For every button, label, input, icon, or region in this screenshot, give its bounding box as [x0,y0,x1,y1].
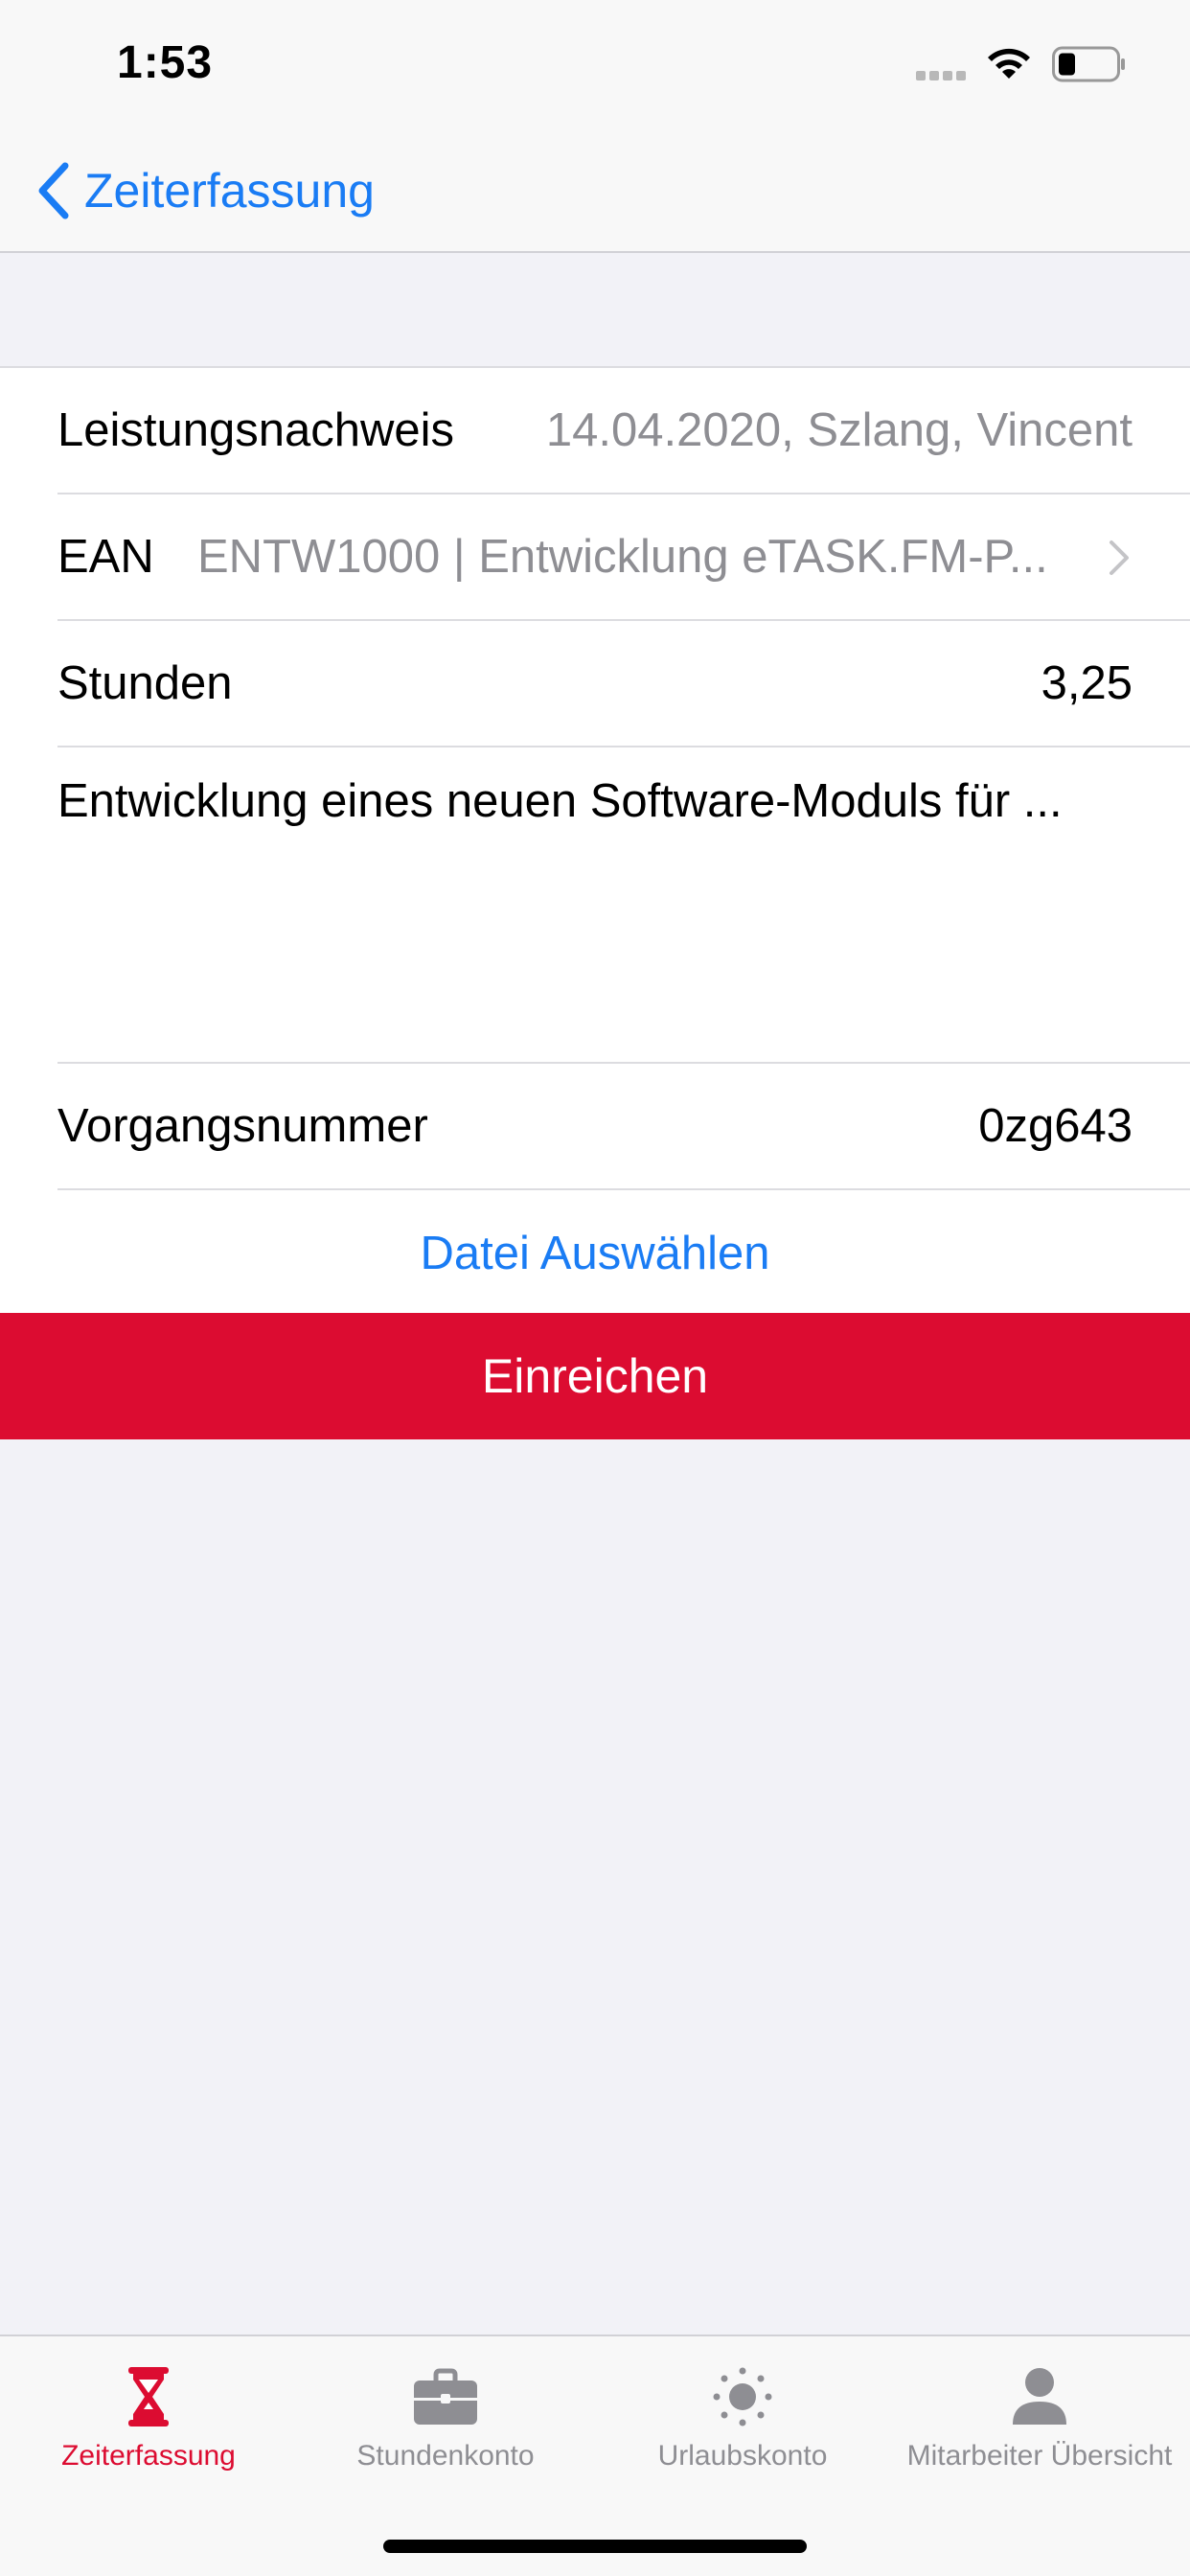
description-text: Entwicklung eines neuen Software-Moduls … [57,775,1063,827]
hourglass-icon [128,2367,169,2426]
file-row: Datei Auswählen [0,1190,1190,1317]
stunden-label: Stunden [57,657,233,709]
vorgangsnummer-input[interactable]: 0zg643 [978,1064,1133,1188]
ean-row[interactable]: EAN ENTW1000 | Entwicklung eTASK.FM-P... [57,494,1190,621]
sun-icon [713,2367,772,2426]
select-file-button[interactable]: Datei Auswählen [420,1227,769,1280]
tab-zeiterfassung[interactable]: Zeiterfassung [0,2336,297,2490]
home-indicator [383,2540,807,2553]
chevron-left-icon [38,162,69,219]
signal-icon [916,71,970,80]
stunden-input[interactable]: 3,25 [1041,621,1133,746]
stunden-row[interactable]: Stunden 3,25 [57,621,1190,748]
battery-icon [1052,46,1125,82]
tab-label: Mitarbeiter Übersicht [906,2440,1173,2472]
tab-stundenkonto[interactable]: Stundenkonto [297,2336,594,2490]
wifi-icon [988,48,1030,79]
screen: 1:53 Zeiterfassung Leistungsnachweis 14.… [0,0,1190,2576]
status-time: 1:53 [117,37,214,88]
leistungsnachweis-label: Leistungsnachweis [57,404,455,456]
submit-button-label: Einreichen [481,1349,709,1403]
back-button-label: Zeiterfassung [84,164,375,218]
tab-label: Urlaubskonto [657,2440,828,2472]
person-icon [1013,2368,1066,2425]
leistungsnachweis-row: Leistungsnachweis 14.04.2020, Szlang, Vi… [57,368,1190,494]
vorgangsnummer-row[interactable]: Vorgangsnummer 0zg643 [57,1064,1190,1190]
navigation-bar: Zeiterfassung [0,126,1190,253]
tab-label: Zeiterfassung [61,2440,236,2472]
status-bar: 1:53 [0,0,1190,126]
tab-mitarbeiter-uebersicht[interactable]: Mitarbeiter Übersicht [891,2336,1188,2490]
chevron-right-icon [1110,540,1129,575]
tab-label: Stundenkonto [356,2440,535,2472]
description-textarea[interactable]: Entwicklung eines neuen Software-Moduls … [57,748,1190,1064]
briefcase-icon [414,2368,477,2425]
submit-button[interactable]: Einreichen [0,1313,1190,1439]
leistungsnachweis-value: 14.04.2020, Szlang, Vincent [545,404,1133,456]
ean-value: ENTW1000 | Entwicklung eTASK.FM-P... [197,531,1048,583]
vorgangsnummer-label: Vorgangsnummer [57,1100,428,1152]
tab-urlaubskonto[interactable]: Urlaubskonto [594,2336,891,2490]
back-button[interactable]: Zeiterfassung [34,157,375,224]
ean-label: EAN [57,531,154,583]
form: Leistungsnachweis 14.04.2020, Szlang, Vi… [0,366,1190,1317]
